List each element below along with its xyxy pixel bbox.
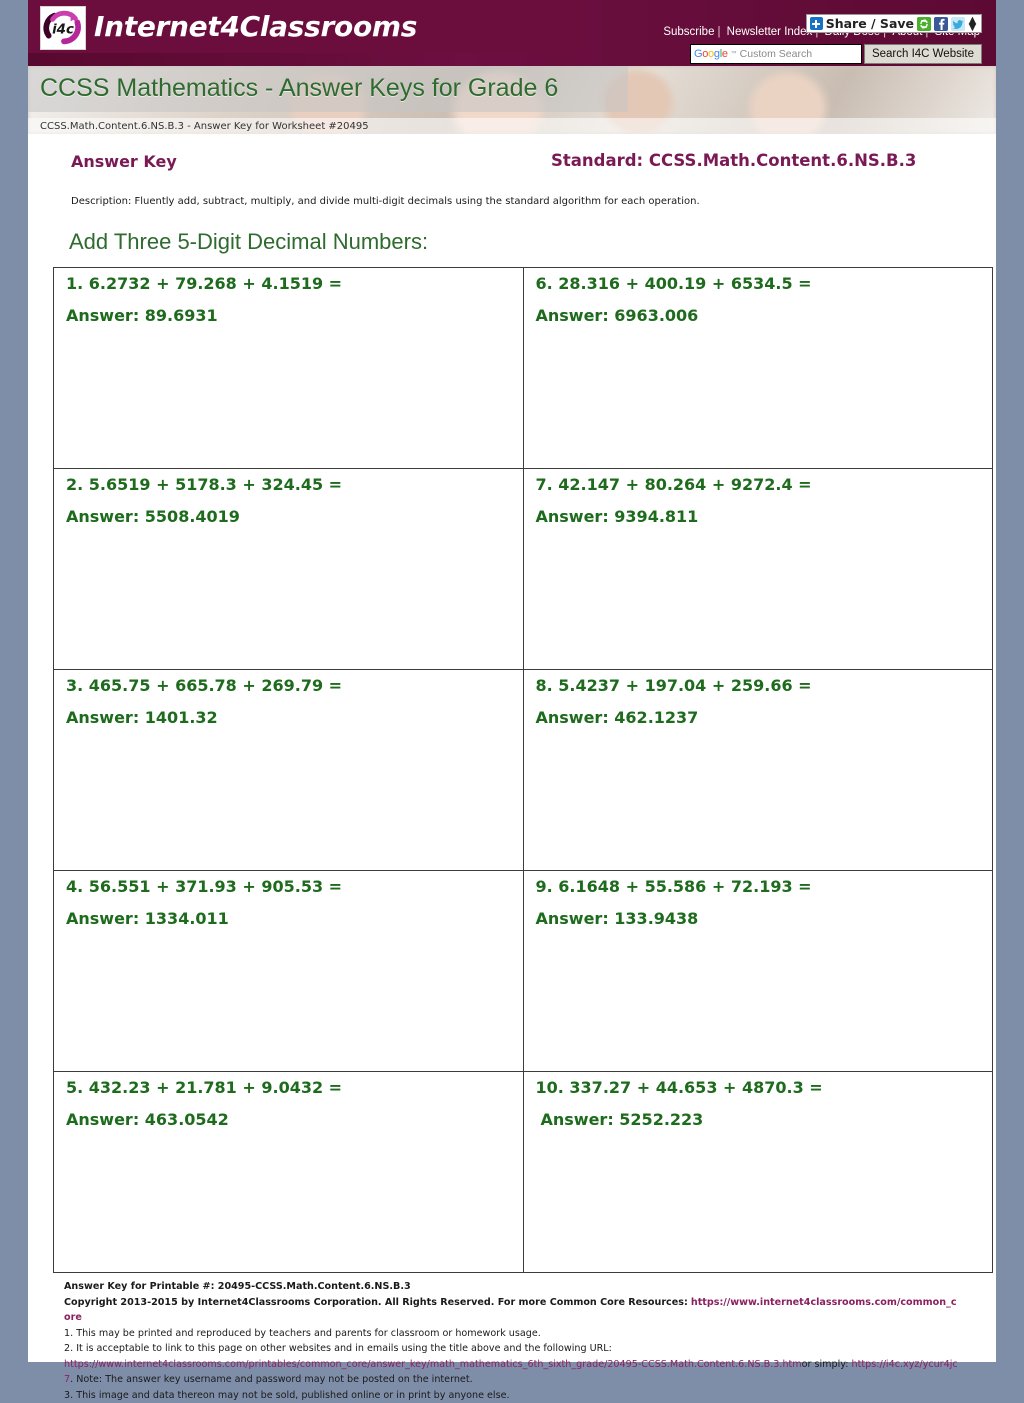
problem-answer: Answer: 9394.811 (535, 506, 699, 526)
share-save-widget[interactable]: Share / Save ▲ ▼ (805, 14, 982, 33)
nav-link-newsletter-index[interactable]: Newsletter Index (725, 26, 815, 38)
problem-cell-3: 3. 465.75 + 665.78 + 269.79 = Answer: 14… (53, 669, 524, 871)
problem-answer: Answer: 5252.223 (540, 1109, 704, 1129)
table-row: 5. 432.23 + 21.781 + 9.0432 = Answer: 46… (53, 1071, 993, 1273)
share-icon[interactable] (917, 16, 931, 31)
standard-heading: Standard: CCSS.Math.Content.6.NS.B.3 (551, 151, 917, 170)
problem-question: 10. 337.27 + 44.653 + 4870.3 = (535, 1078, 823, 1097)
problem-cell-6: 6. 28.316 + 400.19 + 6534.5 = Answer: 69… (522, 267, 993, 469)
table-row: 4. 56.551 + 371.93 + 905.53 = Answer: 13… (53, 870, 993, 1072)
search-button[interactable]: Search I4C Website (863, 44, 982, 64)
problem-question: 9. 6.1648 + 55.586 + 72.193 = (535, 877, 812, 896)
table-row: 1. 6.2732 + 79.268 + 4.1519 = Answer: 89… (53, 267, 993, 469)
plus-icon (809, 17, 823, 30)
problem-answer: Answer: 462.1237 (535, 707, 699, 727)
problem-question: 8. 5.4237 + 197.04 + 259.66 = (535, 676, 812, 695)
problem-cell-2: 2. 5.6519 + 5178.3 + 324.45 = Answer: 55… (53, 468, 524, 670)
nav-link-subscribe[interactable]: Subscribe (661, 26, 716, 38)
problem-question: 1. 6.2732 + 79.268 + 4.1519 = (66, 274, 343, 293)
google-wordmark: Google (693, 48, 728, 60)
problem-answer: Answer: 5508.4019 (66, 506, 240, 526)
nav-separator: | (717, 26, 721, 38)
logo-swirl-icon: i4c (41, 7, 85, 49)
page-canvas: i4c Internet4Classrooms Subscribe | Newsl… (28, 0, 996, 1401)
problem-answer: Answer: 133.9438 (535, 908, 699, 928)
problem-answer: Answer: 6963.006 (535, 305, 699, 325)
footer-printable-line: Answer Key for Printable #: 20495-CCSS.M… (64, 1281, 411, 1292)
problem-question: 5. 432.23 + 21.781 + 9.0432 = (66, 1078, 343, 1097)
search-input[interactable]: Google ™ Custom Search (689, 44, 862, 64)
problem-answer: Answer: 463.0542 (66, 1109, 229, 1129)
problem-answer: Answer: 1401.32 (66, 707, 218, 727)
i4c-logo[interactable]: i4c (40, 6, 86, 50)
updown-arrows-icon[interactable]: ▲ ▼ (968, 15, 977, 32)
page-banner: CCSS Mathematics - Answer Keys for Grade… (28, 66, 996, 134)
footer-copyright-line: Copyright 2013-2015 by Internet4Classroo… (64, 1295, 960, 1326)
worksheet-heading: Add Three 5-Digit Decimal Numbers: (69, 229, 429, 254)
problem-question: 4. 56.551 + 371.93 + 905.53 = (66, 877, 343, 896)
problem-answer: Answer: 89.6931 (66, 305, 218, 325)
site-masthead: i4c Internet4Classrooms Subscribe | Newsl… (28, 0, 996, 66)
footer-long-url-link[interactable]: https://www.internet4classrooms.com/prin… (64, 1359, 802, 1370)
standard-description: Description: Fluently add, subtract, mul… (71, 196, 700, 207)
trademark-symbol: ™ (730, 51, 737, 57)
page-footer: Answer Key for Printable #: 20495-CCSS.M… (64, 1279, 978, 1403)
problem-cell-8: 8. 5.4237 + 197.04 + 259.66 = Answer: 46… (522, 669, 993, 871)
footer-url-tailtext: . Note: The answer key username and pass… (70, 1374, 473, 1386)
footer-url-midtext: or simply: (801, 1358, 849, 1370)
problem-question: 6. 28.316 + 400.19 + 6534.5 = (535, 274, 812, 293)
worksheet-id-label: CCSS.Math.Content.6.NS.B.3 - Answer Key … (40, 121, 369, 132)
search-row: Google ™ Custom Search Search I4C Website (689, 44, 982, 64)
twitter-icon[interactable] (951, 16, 965, 31)
table-row: 2. 5.6519 + 5178.3 + 324.45 = Answer: 55… (53, 468, 993, 670)
problem-question: 3. 465.75 + 665.78 + 269.79 = (66, 676, 343, 695)
footer-copyright-text: Copyright 2013-2015 by Internet4Classroo… (64, 1296, 688, 1308)
problem-question: 2. 5.6519 + 5178.3 + 324.45 = (66, 475, 343, 494)
problem-cell-1: 1. 6.2732 + 79.268 + 4.1519 = Answer: 89… (53, 267, 524, 469)
problem-cell-10: 10. 337.27 + 44.653 + 4870.3 = Answer: 5… (522, 1071, 993, 1273)
main-content: Answer Key Standard: CCSS.Math.Content.6… (28, 146, 996, 1403)
problem-cell-4: 4. 56.551 + 371.93 + 905.53 = Answer: 13… (53, 870, 524, 1072)
problem-question: 7. 42.147 + 80.264 + 9272.4 = (535, 475, 812, 494)
problems-grid: 1. 6.2732 + 79.268 + 4.1519 = Answer: 89… (53, 267, 993, 1273)
footer-note-1: 1. This may be printed and reproduced by… (64, 1327, 541, 1339)
problem-answer: Answer: 1334.011 (66, 908, 229, 928)
answer-key-heading: Answer Key (71, 152, 177, 171)
share-save-label: Share / Save (825, 16, 914, 31)
problem-cell-7: 7. 42.147 + 80.264 + 9272.4 = Answer: 93… (522, 468, 993, 670)
footer-note-2-url-line: https://www.internet4classrooms.com/prin… (64, 1357, 960, 1388)
answer-key-header-row: Answer Key Standard: CCSS.Math.Content.6… (46, 146, 978, 188)
page-title: CCSS Mathematics - Answer Keys for Grade… (40, 74, 559, 102)
svg-text:i4c: i4c (52, 23, 74, 38)
search-placeholder: Custom Search (739, 48, 813, 60)
problem-cell-9: 9. 6.1648 + 55.586 + 72.193 = Answer: 13… (522, 870, 993, 1072)
problem-cell-5: 5. 432.23 + 21.781 + 9.0432 = Answer: 46… (53, 1071, 524, 1273)
footer-note-3: 3. This image and data thereon may not b… (64, 1389, 510, 1401)
facebook-icon[interactable] (934, 16, 948, 31)
footer-note-2: 2. It is acceptable to link to this page… (64, 1343, 612, 1355)
table-row: 3. 465.75 + 665.78 + 269.79 = Answer: 14… (53, 669, 993, 871)
brand-name: Internet4Classrooms (94, 10, 418, 43)
